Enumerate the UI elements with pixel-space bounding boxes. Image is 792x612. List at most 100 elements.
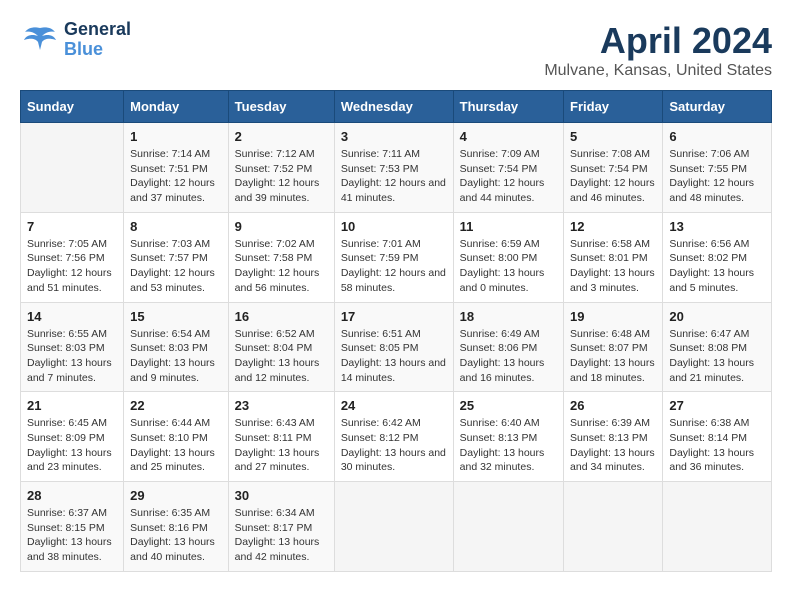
day-number: 27 (669, 398, 765, 413)
calendar-week-2: 7 Sunrise: 7:05 AM Sunset: 7:56 PM Daylig… (21, 212, 772, 302)
day-info: Sunrise: 6:38 AM Sunset: 8:14 PM Dayligh… (669, 416, 765, 475)
calendar-cell: 15Sunrise: 6:54 AM Sunset: 8:03 PM Dayli… (124, 302, 229, 392)
day-info: Sunrise: 6:43 AM Sunset: 8:11 PM Dayligh… (235, 416, 328, 475)
calendar-week-1: 1 Sunrise: 7:14 AM Sunset: 7:51 PM Daylig… (21, 123, 772, 213)
weekday-header-row: SundayMondayTuesdayWednesdayThursdayFrid… (21, 91, 772, 123)
day-info: Sunrise: 7:09 AM Sunset: 7:54 PM Dayligh… (460, 147, 557, 206)
calendar-cell: 23Sunrise: 6:43 AM Sunset: 8:11 PM Dayli… (228, 392, 334, 482)
day-info: Sunrise: 6:34 AM Sunset: 8:17 PM Dayligh… (235, 506, 328, 565)
day-number: 24 (341, 398, 447, 413)
day-info: Sunrise: 7:03 AM Sunset: 7:57 PM Dayligh… (130, 237, 222, 296)
calendar-header: SundayMondayTuesdayWednesdayThursdayFrid… (21, 91, 772, 123)
day-number: 11 (460, 219, 557, 234)
calendar-cell (21, 123, 124, 213)
calendar-cell: 16Sunrise: 6:52 AM Sunset: 8:04 PM Dayli… (228, 302, 334, 392)
day-number: 26 (570, 398, 656, 413)
logo-icon (20, 20, 60, 60)
day-info: Sunrise: 7:12 AM Sunset: 7:52 PM Dayligh… (235, 147, 328, 206)
weekday-header-thursday: Thursday (453, 91, 563, 123)
calendar-cell (334, 482, 453, 572)
calendar-cell: 22 Sunrise: 6:44 AM Sunset: 8:10 PM Dayli… (124, 392, 229, 482)
day-info: Sunrise: 6:39 AM Sunset: 8:13 PM Dayligh… (570, 416, 656, 475)
day-info: Sunrise: 6:55 AM Sunset: 8:03 PM Dayligh… (27, 327, 117, 386)
day-info: Sunrise: 7:08 AM Sunset: 7:54 PM Dayligh… (570, 147, 656, 206)
day-number: 28 (27, 488, 117, 503)
calendar-cell: 4 Sunrise: 7:09 AM Sunset: 7:54 PM Daylig… (453, 123, 563, 213)
day-number: 9 (235, 219, 328, 234)
day-info: Sunrise: 6:47 AM Sunset: 8:08 PM Dayligh… (669, 327, 765, 386)
header: General Blue April 2024 Mulvane, Kansas,… (20, 20, 772, 80)
weekday-header-wednesday: Wednesday (334, 91, 453, 123)
day-info: Sunrise: 6:37 AM Sunset: 8:15 PM Dayligh… (27, 506, 117, 565)
calendar-week-4: 21 Sunrise: 6:45 AM Sunset: 8:09 PM Dayli… (21, 392, 772, 482)
day-number: 29 (130, 488, 222, 503)
calendar-cell: 2Sunrise: 7:12 AM Sunset: 7:52 PM Daylig… (228, 123, 334, 213)
calendar-cell: 13Sunrise: 6:56 AM Sunset: 8:02 PM Dayli… (663, 212, 772, 302)
day-info: Sunrise: 7:06 AM Sunset: 7:55 PM Dayligh… (669, 147, 765, 206)
day-number: 12 (570, 219, 656, 234)
day-number: 16 (235, 309, 328, 324)
day-number: 1 (130, 129, 222, 144)
weekday-header-monday: Monday (124, 91, 229, 123)
weekday-header-sunday: Sunday (21, 91, 124, 123)
day-number: 15 (130, 309, 222, 324)
day-number: 21 (27, 398, 117, 413)
day-info: Sunrise: 6:56 AM Sunset: 8:02 PM Dayligh… (669, 237, 765, 296)
day-number: 20 (669, 309, 765, 324)
calendar-cell: 21 Sunrise: 6:45 AM Sunset: 8:09 PM Dayli… (21, 392, 124, 482)
day-number: 4 (460, 129, 557, 144)
calendar-cell: 29 Sunrise: 6:35 AM Sunset: 8:16 PM Dayli… (124, 482, 229, 572)
calendar-cell: 20 Sunrise: 6:47 AM Sunset: 8:08 PM Dayli… (663, 302, 772, 392)
day-info: Sunrise: 6:44 AM Sunset: 8:10 PM Dayligh… (130, 416, 222, 475)
day-number: 3 (341, 129, 447, 144)
calendar-cell (663, 482, 772, 572)
calendar-cell: 3 Sunrise: 7:11 AM Sunset: 7:53 PM Daylig… (334, 123, 453, 213)
day-info: Sunrise: 7:05 AM Sunset: 7:56 PM Dayligh… (27, 237, 117, 296)
logo-general: General (64, 20, 131, 40)
day-info: Sunrise: 6:51 AM Sunset: 8:05 PM Dayligh… (341, 327, 447, 386)
calendar-cell: 14Sunrise: 6:55 AM Sunset: 8:03 PM Dayli… (21, 302, 124, 392)
logo-text: General Blue (64, 20, 131, 60)
calendar-cell: 8 Sunrise: 7:03 AM Sunset: 7:57 PM Daylig… (124, 212, 229, 302)
calendar-cell: 24 Sunrise: 6:42 AM Sunset: 8:12 PM Dayli… (334, 392, 453, 482)
day-number: 22 (130, 398, 222, 413)
day-number: 5 (570, 129, 656, 144)
day-number: 18 (460, 309, 557, 324)
calendar-cell: 17 Sunrise: 6:51 AM Sunset: 8:05 PM Dayli… (334, 302, 453, 392)
day-number: 19 (570, 309, 656, 324)
weekday-header-saturday: Saturday (663, 91, 772, 123)
calendar-cell: 30Sunrise: 6:34 AM Sunset: 8:17 PM Dayli… (228, 482, 334, 572)
day-number: 7 (27, 219, 117, 234)
day-info: Sunrise: 7:11 AM Sunset: 7:53 PM Dayligh… (341, 147, 447, 206)
calendar-cell: 26 Sunrise: 6:39 AM Sunset: 8:13 PM Dayli… (564, 392, 663, 482)
calendar-cell: 12 Sunrise: 6:58 AM Sunset: 8:01 PM Dayli… (564, 212, 663, 302)
day-number: 8 (130, 219, 222, 234)
day-info: Sunrise: 7:02 AM Sunset: 7:58 PM Dayligh… (235, 237, 328, 296)
calendar-body: 1 Sunrise: 7:14 AM Sunset: 7:51 PM Daylig… (21, 123, 772, 572)
day-info: Sunrise: 6:59 AM Sunset: 8:00 PM Dayligh… (460, 237, 557, 296)
day-number: 10 (341, 219, 447, 234)
calendar-cell: 25 Sunrise: 6:40 AM Sunset: 8:13 PM Dayli… (453, 392, 563, 482)
logo: General Blue (20, 20, 131, 60)
day-info: Sunrise: 6:58 AM Sunset: 8:01 PM Dayligh… (570, 237, 656, 296)
calendar-week-5: 28 Sunrise: 6:37 AM Sunset: 8:15 PM Dayli… (21, 482, 772, 572)
calendar-table: SundayMondayTuesdayWednesdayThursdayFrid… (20, 90, 772, 572)
calendar-cell: 7 Sunrise: 7:05 AM Sunset: 7:56 PM Daylig… (21, 212, 124, 302)
day-info: Sunrise: 6:45 AM Sunset: 8:09 PM Dayligh… (27, 416, 117, 475)
day-info: Sunrise: 7:14 AM Sunset: 7:51 PM Dayligh… (130, 147, 222, 206)
day-number: 25 (460, 398, 557, 413)
calendar-cell: 10Sunrise: 7:01 AM Sunset: 7:59 PM Dayli… (334, 212, 453, 302)
calendar-cell (564, 482, 663, 572)
day-info: Sunrise: 6:35 AM Sunset: 8:16 PM Dayligh… (130, 506, 222, 565)
calendar-cell: 18Sunrise: 6:49 AM Sunset: 8:06 PM Dayli… (453, 302, 563, 392)
calendar-cell: 9 Sunrise: 7:02 AM Sunset: 7:58 PM Daylig… (228, 212, 334, 302)
weekday-header-friday: Friday (564, 91, 663, 123)
day-number: 17 (341, 309, 447, 324)
calendar-cell: 1 Sunrise: 7:14 AM Sunset: 7:51 PM Daylig… (124, 123, 229, 213)
day-number: 6 (669, 129, 765, 144)
day-info: Sunrise: 6:40 AM Sunset: 8:13 PM Dayligh… (460, 416, 557, 475)
calendar-cell: 6 Sunrise: 7:06 AM Sunset: 7:55 PM Daylig… (663, 123, 772, 213)
day-info: Sunrise: 6:42 AM Sunset: 8:12 PM Dayligh… (341, 416, 447, 475)
weekday-header-tuesday: Tuesday (228, 91, 334, 123)
logo-blue: Blue (64, 40, 131, 60)
